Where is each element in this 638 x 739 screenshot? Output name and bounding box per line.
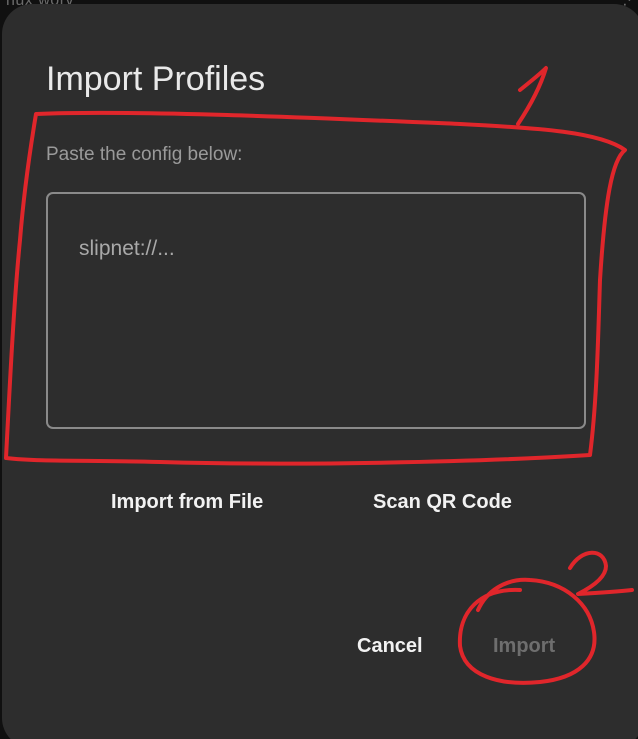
config-hint-label: Paste the config below: [46,144,243,165]
cancel-button[interactable]: Cancel [357,635,423,658]
config-input[interactable]: slipnet://... [46,192,586,429]
config-input-placeholder: slipnet://... [79,237,175,260]
screen: nux worv ⋰ Import Profiles Paste the con… [0,0,638,739]
dialog-title: Import Profiles [46,60,266,98]
scan-qr-code-button[interactable]: Scan QR Code [373,491,512,514]
import-from-file-button[interactable]: Import from File [111,491,263,514]
import-button[interactable]: Import [493,635,555,658]
